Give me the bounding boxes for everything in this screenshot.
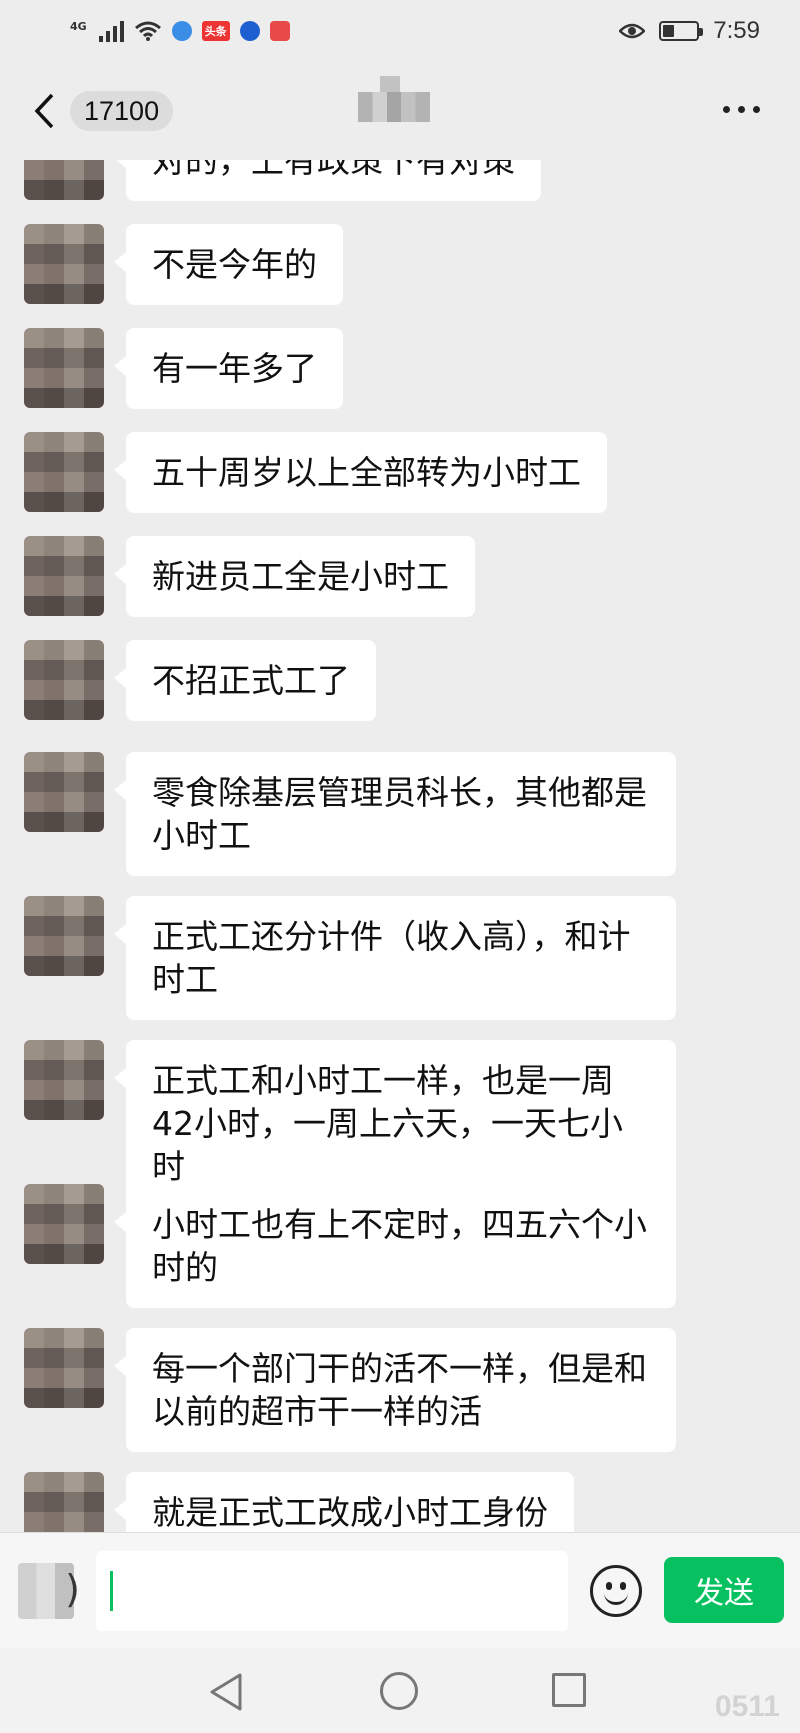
message-bubble[interactable]: 零食除基层管理员科长，其他都是小时工 [114, 752, 676, 876]
send-button[interactable]: 发送 [664, 1557, 784, 1623]
wifi-icon [134, 21, 161, 41]
text-caret [110, 1571, 113, 1611]
eye-comfort-icon [619, 23, 646, 39]
message-bubble[interactable]: 对的，上有政策下有对策 [114, 160, 541, 201]
message-bubble[interactable]: 小时工也有上不定时，四五六个小时的 [114, 1184, 676, 1308]
avatar[interactable] [24, 224, 104, 304]
message-bubble[interactable]: 就是正式工改成小时工身份 [114, 1472, 574, 1532]
avatar[interactable] [24, 536, 104, 616]
status-right: 7:59 [619, 17, 760, 45]
dot-icon [738, 106, 745, 113]
chat-title-blurred [358, 76, 430, 122]
avatar[interactable] [24, 752, 104, 832]
message-list[interactable]: 对的，上有政策下有对策 不是今年的 有一年多了 五十周岁以上全部转为小时工 新进… [0, 160, 800, 1532]
input-bar: 发送 [0, 1532, 800, 1648]
message-bubble[interactable]: 正式工和小时工一样，也是一周42小时，一周上六天，一天七小时 [114, 1040, 676, 1207]
more-options-button[interactable] [723, 106, 760, 113]
avatar[interactable] [24, 328, 104, 408]
avatar[interactable] [24, 640, 104, 720]
nav-recent-apps-icon[interactable] [552, 1673, 586, 1707]
message-input[interactable] [96, 1551, 568, 1631]
status-bar: 4G 头条 7:59 [0, 0, 800, 62]
signal-icon [98, 20, 124, 42]
unread-count-badge[interactable]: 17100 [70, 91, 174, 131]
nav-back-icon[interactable] [208, 1672, 244, 1712]
chat-header: 17100 [0, 62, 800, 160]
chevron-left-icon [34, 93, 54, 129]
avatar[interactable] [24, 1184, 104, 1264]
message-bubble[interactable]: 正式工还分计件（收入高），和计时工 [114, 896, 676, 1020]
avatar[interactable] [24, 1040, 104, 1120]
status-left: 4G 头条 [70, 20, 290, 42]
system-nav-bar: 0511 [0, 1648, 800, 1733]
nav-home-icon[interactable] [380, 1672, 418, 1710]
avatar[interactable] [24, 1472, 104, 1532]
book-app-icon [269, 21, 290, 41]
avatar[interactable] [24, 160, 104, 200]
emoji-button[interactable] [590, 1565, 642, 1617]
voice-toggle-button[interactable] [18, 1563, 80, 1619]
avatar[interactable] [24, 1328, 104, 1408]
avatar[interactable] [24, 432, 104, 512]
message-bubble[interactable]: 新进员工全是小时工 [114, 536, 475, 617]
smile-icon [604, 1593, 628, 1605]
message-bubble[interactable]: 不是今年的 [114, 224, 343, 305]
message-bubble[interactable]: 不招正式工了 [114, 640, 376, 721]
toutiao-app-icon: 头条 [201, 21, 230, 41]
network-type: 4G [70, 20, 87, 33]
browser-app-icon [171, 21, 192, 41]
app-icon-blue [239, 21, 260, 41]
message-bubble[interactable]: 每一个部门干的活不一样，但是和以前的超市干一样的活 [114, 1328, 676, 1452]
watermark-logo: 0511 [714, 1690, 780, 1723]
message-bubble[interactable]: 有一年多了 [114, 328, 343, 409]
avatar[interactable] [24, 896, 104, 976]
dot-icon [753, 106, 760, 113]
battery-icon [659, 21, 704, 41]
clock: 7:59 [713, 17, 760, 44]
dot-icon [723, 106, 730, 113]
back-button[interactable] [24, 86, 64, 136]
message-bubble[interactable]: 五十周岁以上全部转为小时工 [114, 432, 607, 513]
